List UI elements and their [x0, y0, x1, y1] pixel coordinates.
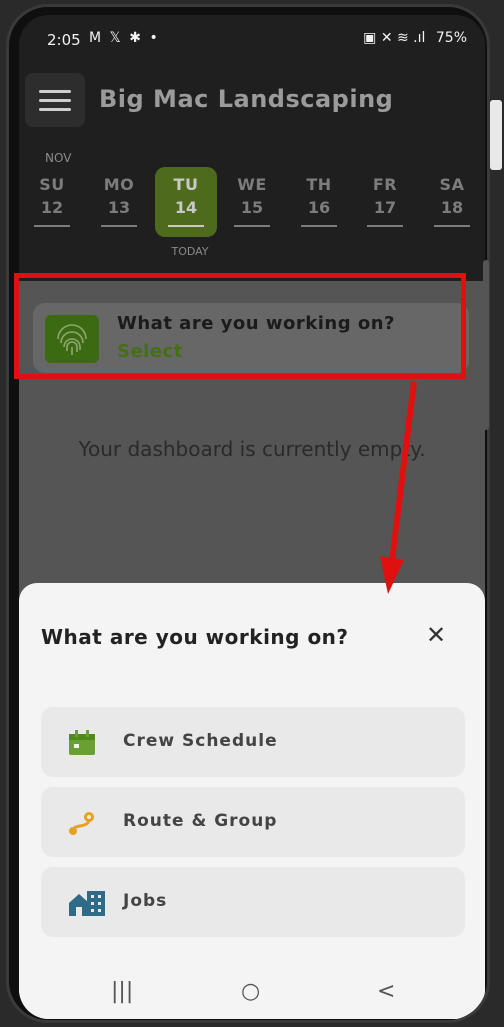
system-icons: ▣ ✕ ≋ .ıl 75% [363, 30, 467, 46]
notification-icons: M 𝕏 ✱ • [89, 30, 160, 46]
scrollbar[interactable] [483, 260, 489, 430]
menu-button[interactable] [25, 73, 85, 127]
highlight-box [14, 273, 466, 379]
hamburger-icon [39, 90, 71, 93]
day-th[interactable]: TH 16 [296, 175, 342, 227]
day-mo[interactable]: MO 13 [96, 175, 142, 227]
back-button[interactable]: < [377, 979, 395, 1004]
recents-button[interactable]: ||| [111, 979, 133, 1004]
close-icon[interactable]: ✕ [421, 621, 451, 649]
month-label: NOV [45, 151, 72, 165]
status-time: 2:05 [47, 31, 81, 49]
screen: 2:05 M 𝕏 ✱ • ▣ ✕ ≋ .ıl 75% Big Mac Lands… [19, 15, 485, 1019]
battery-level: 75% [435, 30, 467, 46]
day-su[interactable]: SU 12 [29, 175, 75, 227]
phone-frame: 2:05 M 𝕏 ✱ • ▣ ✕ ≋ .ıl 75% Big Mac Lands… [6, 4, 490, 1023]
empty-dashboard-message: Your dashboard is currently empty. [78, 437, 426, 461]
option-label: Route & Group [123, 811, 278, 831]
home-button[interactable]: ○ [241, 979, 260, 1004]
calendar-icon [67, 729, 97, 757]
buildings-icon [67, 889, 105, 917]
signal-icons: ▣ ✕ ≋ .ıl [363, 30, 426, 46]
status-bar: 2:05 M 𝕏 ✱ • ▣ ✕ ≋ .ıl 75% [19, 27, 485, 53]
today-label: TODAY [171, 245, 209, 258]
bottom-sheet: What are you working on? ✕ Crew Schedule [19, 583, 485, 1019]
app-title: Big Mac Landscaping [99, 85, 394, 113]
day-sa[interactable]: SA 18 [429, 175, 475, 227]
option-crew-schedule[interactable]: Crew Schedule [41, 707, 465, 777]
day-fr[interactable]: FR 17 [362, 175, 408, 227]
option-jobs[interactable]: Jobs [41, 867, 465, 937]
day-tu-selected[interactable]: TU 14 [155, 167, 217, 237]
route-icon [67, 809, 97, 837]
option-label: Crew Schedule [123, 731, 278, 751]
sheet-title: What are you working on? [41, 625, 349, 649]
system-nav-bar: ||| ○ < [19, 971, 485, 1019]
option-route-group[interactable]: Route & Group [41, 787, 465, 857]
day-we[interactable]: WE 15 [229, 175, 275, 227]
side-button [490, 100, 502, 170]
option-label: Jobs [123, 891, 168, 911]
